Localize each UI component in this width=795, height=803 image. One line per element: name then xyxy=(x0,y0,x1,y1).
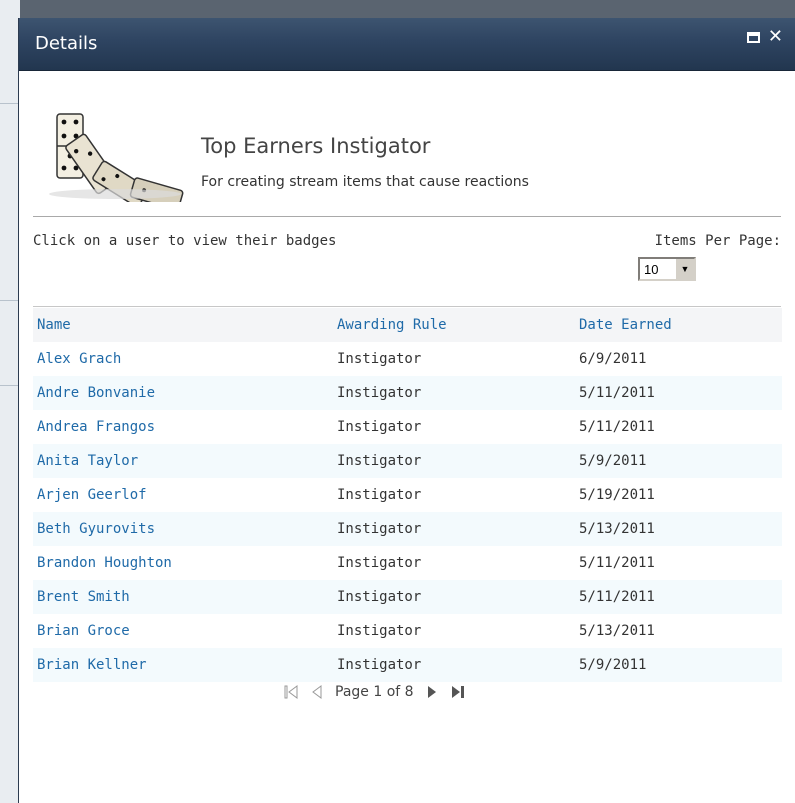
column-header-name[interactable]: Name xyxy=(33,308,333,342)
table-row: Andrea Frangos Instigator 5/11/2011 xyxy=(33,410,782,444)
dialog-title: Details xyxy=(35,33,98,54)
divider xyxy=(33,306,781,307)
maximize-icon[interactable] xyxy=(746,32,760,43)
badge-description: For creating stream items that cause rea… xyxy=(201,174,529,190)
page-indicator: Page 1 of 8 xyxy=(335,684,414,700)
awarding-rule: Instigator xyxy=(337,419,422,435)
close-icon[interactable]: ✕ xyxy=(768,28,783,46)
user-name-link[interactable]: Andrea Frangos xyxy=(33,410,333,444)
user-name-link[interactable]: Alex Grach xyxy=(33,342,333,376)
instructions-text: Click on a user to view their badges xyxy=(33,233,337,249)
date-earned: 5/13/2011 xyxy=(575,512,782,546)
table-row: Brian Groce Instigator 5/13/2011 xyxy=(33,614,782,648)
date-earned: 5/11/2011 xyxy=(575,376,782,410)
column-header-awarding-rule[interactable]: Awarding Rule xyxy=(333,308,575,342)
earners-table: Name Awarding Rule Date Earned Alex Grac… xyxy=(33,308,782,682)
awarding-rule: Instigator xyxy=(333,648,575,682)
previous-page-icon[interactable] xyxy=(311,684,323,700)
pagination: Page 1 of 8 xyxy=(283,684,466,700)
date-earned: 6/9/2011 xyxy=(579,351,647,367)
awarding-rule: Instigator xyxy=(333,580,575,614)
date-earned: 5/9/2011 xyxy=(575,648,782,682)
table-row: Beth Gyurovits Instigator 5/13/2011 xyxy=(33,512,782,546)
divider xyxy=(0,300,20,301)
chevron-down-icon[interactable]: ▼ xyxy=(675,259,694,279)
awarding-rule: Instigator xyxy=(337,555,422,571)
divider xyxy=(0,103,20,104)
date-earned: 5/19/2011 xyxy=(579,487,655,503)
table-row: Anita Taylor Instigator 5/9/2011 xyxy=(33,444,782,478)
table-header-row: Name Awarding Rule Date Earned xyxy=(33,308,782,342)
date-earned: 5/11/2011 xyxy=(579,555,655,571)
user-name-link[interactable]: Andre Bonvanie xyxy=(33,376,333,410)
date-earned: 5/9/2011 xyxy=(575,444,782,478)
next-page-icon[interactable] xyxy=(426,684,438,700)
user-name-link[interactable]: Brent Smith xyxy=(33,580,333,614)
date-earned: 5/13/2011 xyxy=(579,623,655,639)
user-name-link[interactable]: Brian Groce xyxy=(33,614,333,648)
date-earned: 5/11/2011 xyxy=(575,580,782,614)
items-per-page-select[interactable]: 10 ▼ xyxy=(638,257,696,281)
user-name-link[interactable]: Brian Kellner xyxy=(33,648,333,682)
table-row: Brent Smith Instigator 5/11/2011 xyxy=(33,580,782,614)
dialog-titlebar: Details ✕ xyxy=(19,18,795,71)
background-page xyxy=(0,0,20,803)
first-page-icon[interactable] xyxy=(283,684,299,700)
awarding-rule: Instigator xyxy=(337,487,422,503)
awarding-rule: Instigator xyxy=(337,623,422,639)
user-name-link[interactable]: Brandon Houghton xyxy=(33,546,333,580)
divider xyxy=(0,385,20,386)
user-name-link[interactable]: Anita Taylor xyxy=(33,444,333,478)
items-per-page-label: Items Per Page: xyxy=(654,233,781,249)
details-dialog: Details ✕ Top Earners Instigator For cre… xyxy=(18,18,795,803)
awarding-rule: Instigator xyxy=(333,512,575,546)
table-row: Arjen Geerlof Instigator 5/19/2011 xyxy=(33,478,782,512)
user-name-link[interactable]: Arjen Geerlof xyxy=(33,478,333,512)
last-page-icon[interactable] xyxy=(450,684,466,700)
column-header-date-earned[interactable]: Date Earned xyxy=(575,308,782,342)
divider xyxy=(33,216,781,217)
table-row: Alex Grach Instigator 6/9/2011 xyxy=(33,342,782,376)
date-earned: 5/11/2011 xyxy=(579,419,655,435)
table-row: Brian Kellner Instigator 5/9/2011 xyxy=(33,648,782,682)
items-per-page-value: 10 xyxy=(644,262,659,277)
awarding-rule: Instigator xyxy=(337,351,422,367)
badge-title: Top Earners Instigator xyxy=(201,134,431,158)
dominoes-icon xyxy=(49,113,184,202)
table-row: Brandon Houghton Instigator 5/11/2011 xyxy=(33,546,782,580)
table-row: Andre Bonvanie Instigator 5/11/2011 xyxy=(33,376,782,410)
awarding-rule: Instigator xyxy=(333,376,575,410)
user-name-link[interactable]: Beth Gyurovits xyxy=(33,512,333,546)
awarding-rule: Instigator xyxy=(333,444,575,478)
